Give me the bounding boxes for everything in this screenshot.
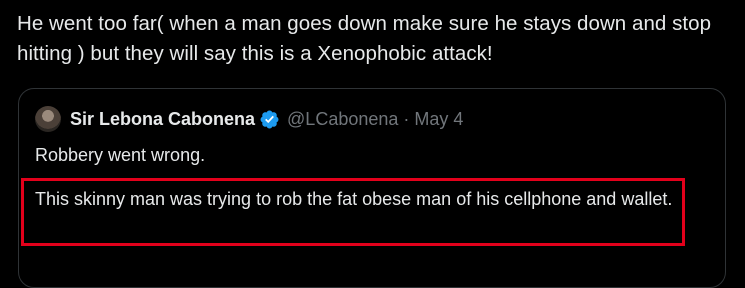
quoted-tweet-highlighted-text: This skinny man was trying to rob the fa… (35, 189, 673, 209)
quoted-tweet-text: Robbery went wrong. (35, 145, 206, 165)
author-handle[interactable]: @LCabonena (287, 109, 398, 130)
author-name[interactable]: Sir Lebona Cabonena (70, 109, 255, 130)
quoted-tweet-header: Sir Lebona Cabonena @LCabonena · May 4 (35, 105, 463, 133)
verified-badge-icon (260, 110, 279, 128)
tweet-date[interactable]: May 4 (414, 109, 463, 130)
quoted-tweet-card[interactable]: Sir Lebona Cabonena @LCabonena · May 4 R… (18, 88, 726, 288)
tweet-text: He went too far( when a man goes down ma… (17, 12, 712, 65)
author-avatar[interactable] (35, 106, 61, 132)
meta-separator: · (403, 108, 410, 129)
